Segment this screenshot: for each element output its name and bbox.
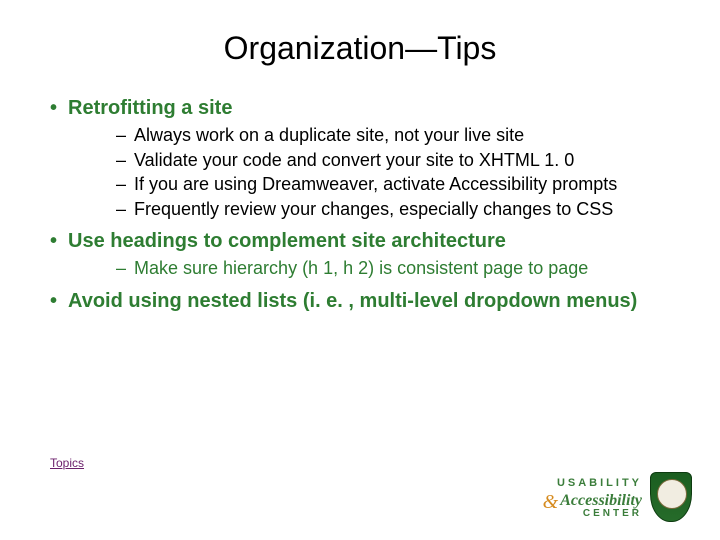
sub-item: Frequently review your changes, especial… (116, 198, 670, 221)
ampersand-icon: & (543, 492, 559, 512)
university-seal-icon (650, 472, 690, 520)
bullet-1: Retrofitting a site Always work on a dup… (50, 97, 670, 220)
bullet-3: Avoid using nested lists (i. e. , multi-… (50, 290, 670, 313)
usability-text: USABILITY (557, 477, 642, 489)
slide-title: Organization—Tips (50, 30, 670, 67)
bullet-2: Use headings to complement site architec… (50, 230, 670, 280)
sub-item: Make sure hierarchy (h 1, h 2) is consis… (116, 257, 670, 280)
bullet-1-text: Retrofitting a site (68, 97, 232, 119)
footer-logo: USABILITY &Accessibility CENTER (541, 472, 690, 520)
bullet-1-sublist: Always work on a duplicate site, not you… (68, 124, 670, 220)
topics-link[interactable]: Topics (50, 456, 84, 470)
slide: Organization—Tips Retrofitting a site Al… (0, 0, 720, 540)
accessibility-text: Accessibility (560, 492, 642, 509)
bullet-2-sublist: Make sure hierarchy (h 1, h 2) is consis… (68, 257, 670, 280)
uac-logo: USABILITY &Accessibility CENTER (541, 474, 642, 519)
sub-item: Validate your code and convert your site… (116, 149, 670, 172)
sub-item: Always work on a duplicate site, not you… (116, 124, 670, 147)
sub-item: If you are using Dreamweaver, activate A… (116, 173, 670, 196)
bullet-3-text: Avoid using nested lists (i. e. , multi-… (68, 290, 637, 312)
bullet-list: Retrofitting a site Always work on a dup… (50, 97, 670, 313)
bullet-2-text: Use headings to complement site architec… (68, 230, 506, 252)
